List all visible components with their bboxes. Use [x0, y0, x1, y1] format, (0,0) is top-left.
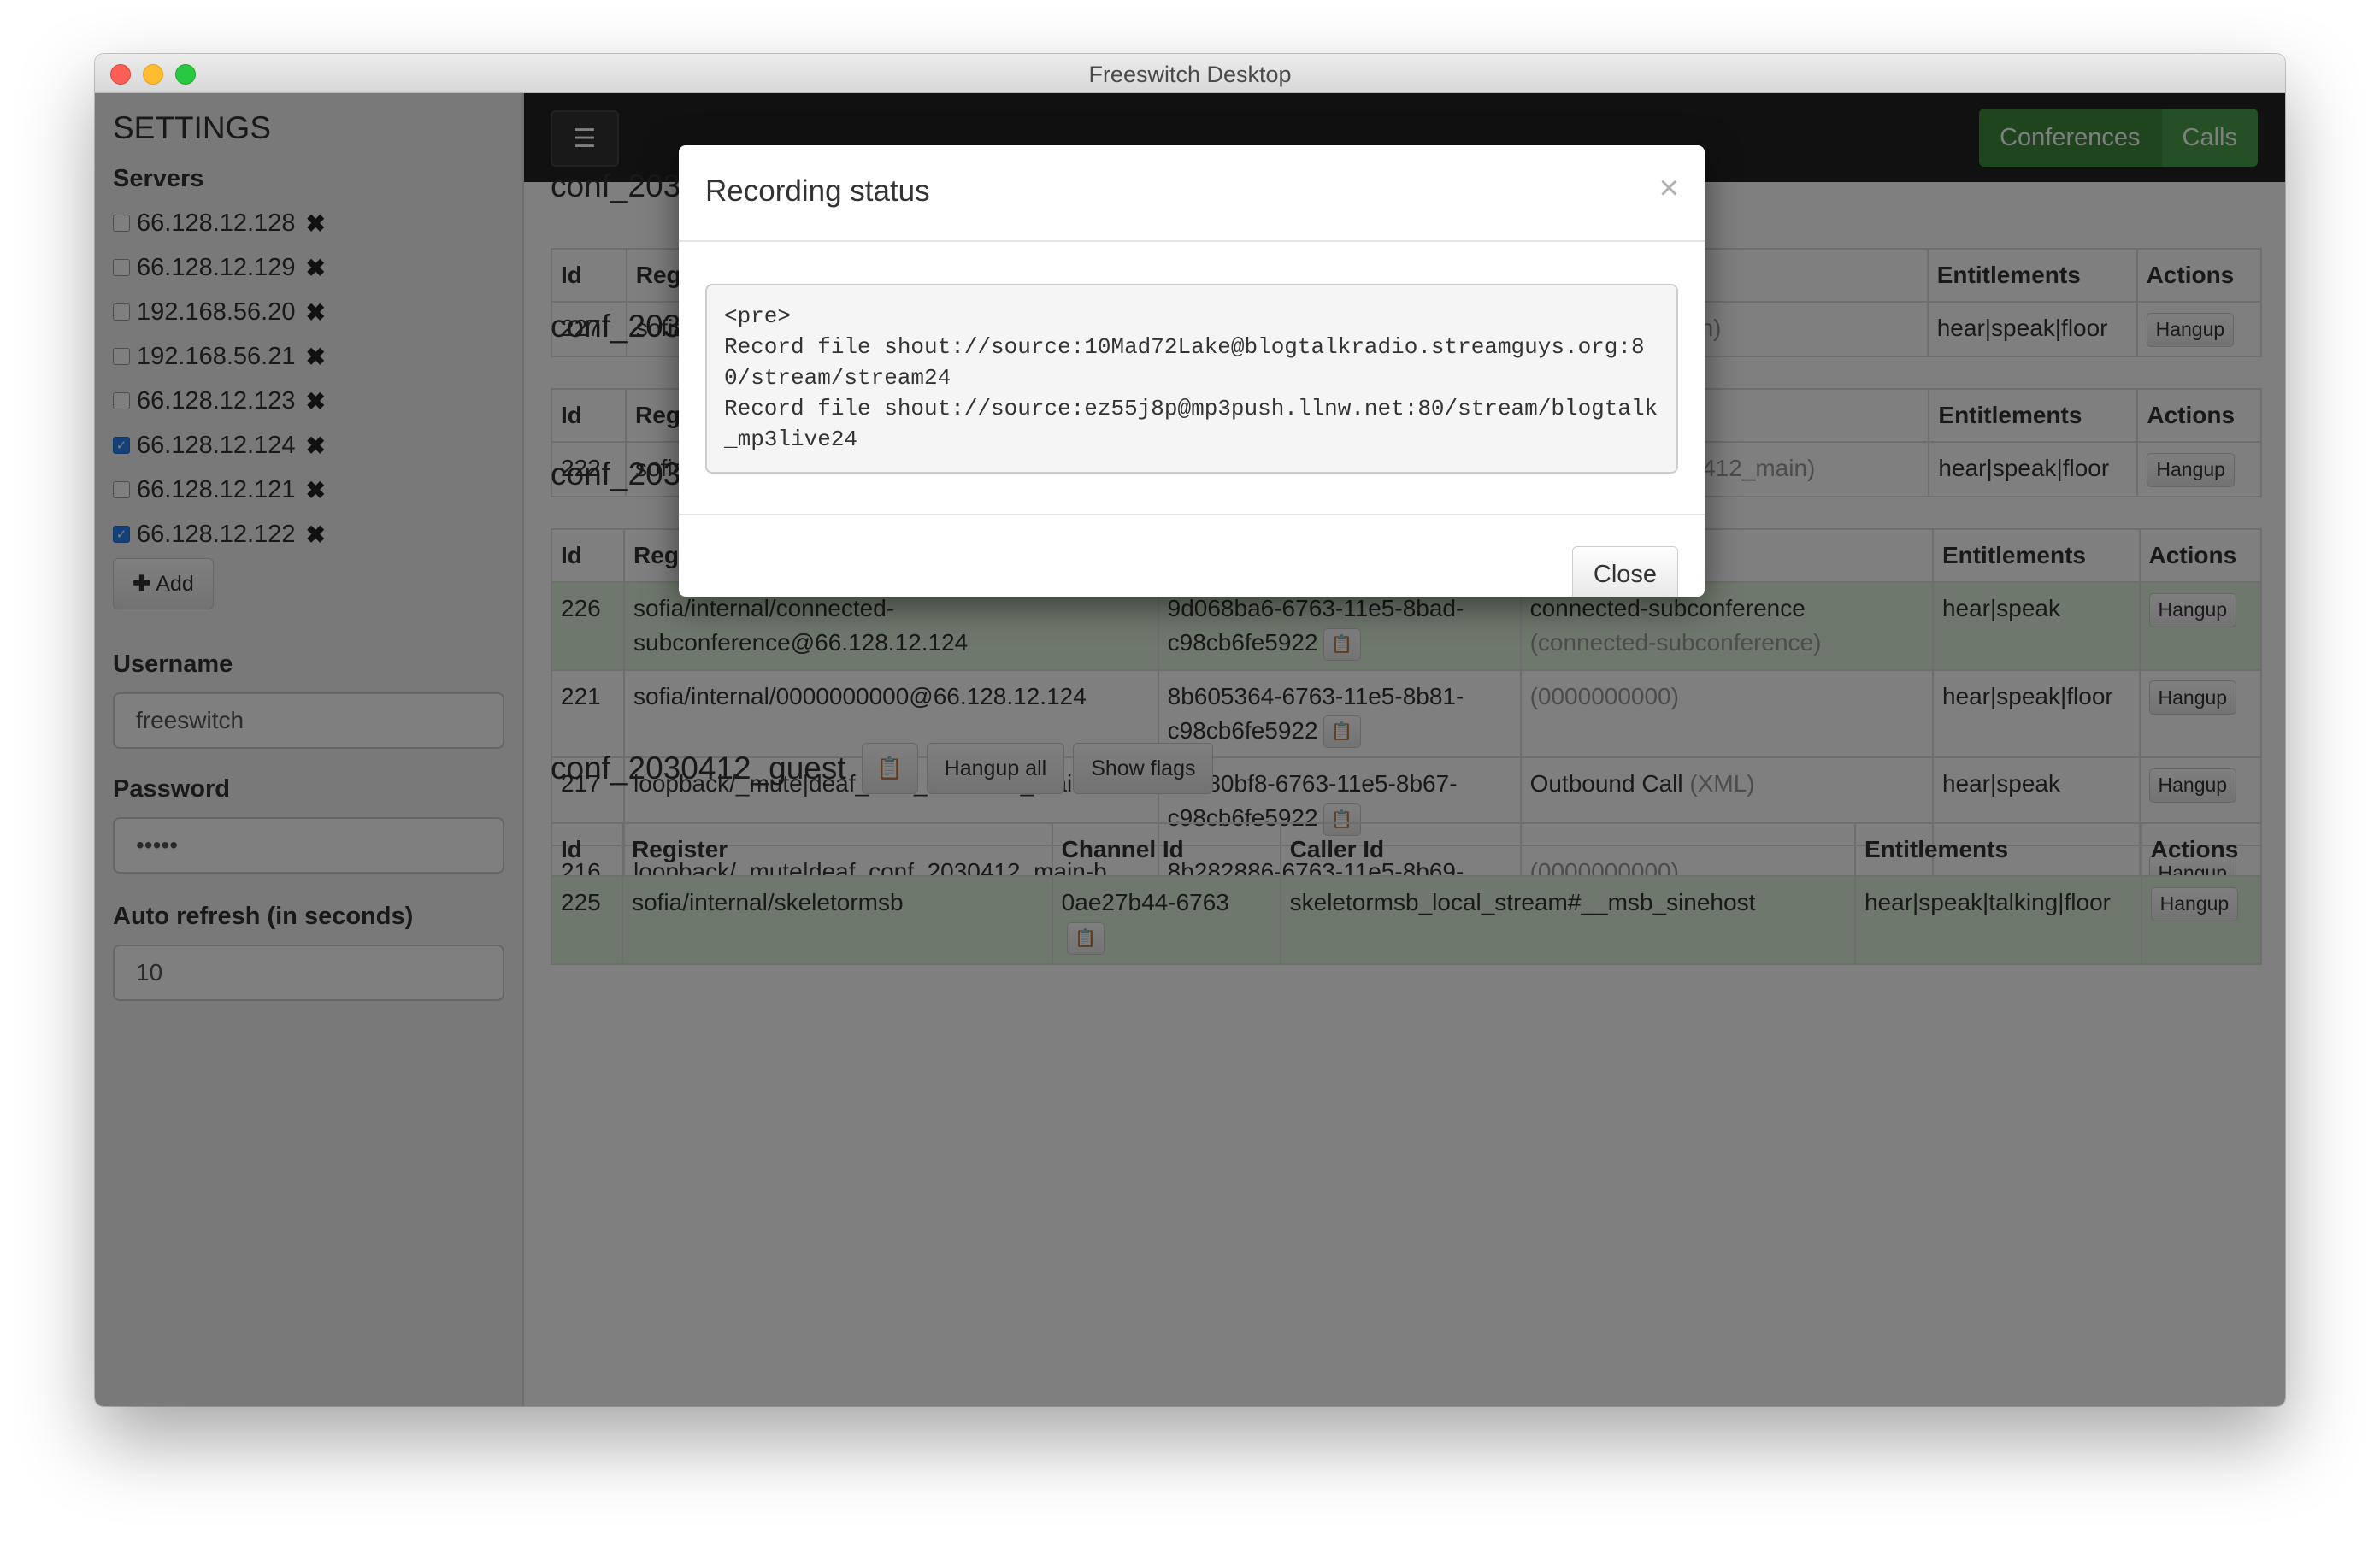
- modal-footer-divider: [679, 514, 1705, 515]
- modal-close-button[interactable]: Close: [1572, 546, 1678, 597]
- recording-output: <pre> Record file shout://source:10Mad72…: [705, 284, 1678, 474]
- title-bar: Freeswitch Desktop: [95, 54, 2285, 93]
- modal-title: Recording status: [705, 174, 930, 208]
- window-title: Freeswitch Desktop: [1088, 62, 1292, 87]
- app-window: Freeswitch Desktop SETTINGS Servers 66.1…: [95, 54, 2285, 1406]
- modal-header-divider: [679, 240, 1705, 242]
- recording-status-modal: Recording status × <pre> Record file sho…: [679, 145, 1705, 597]
- modal-close-icon[interactable]: ×: [1659, 169, 1679, 208]
